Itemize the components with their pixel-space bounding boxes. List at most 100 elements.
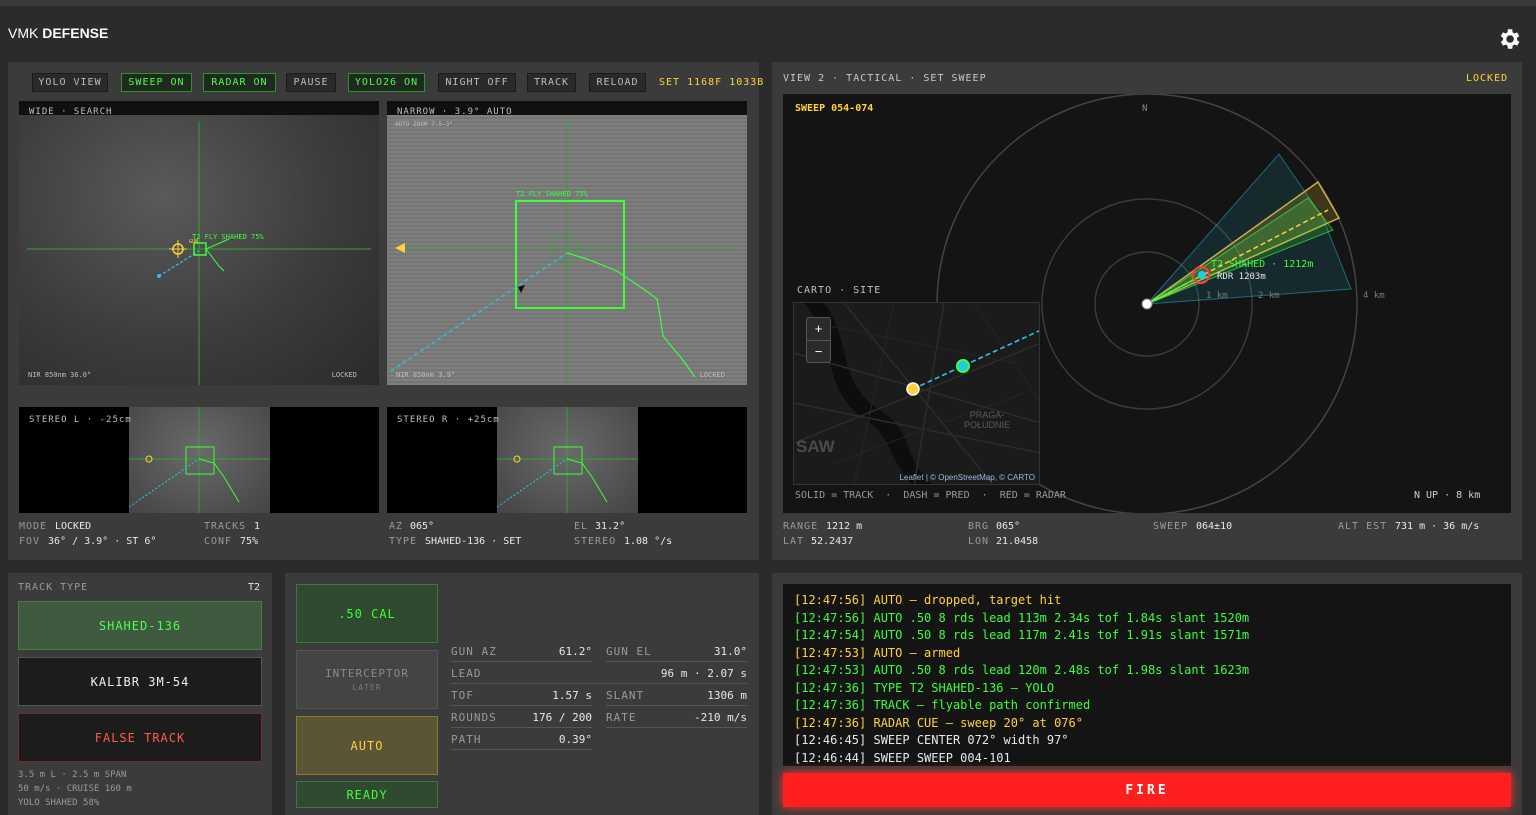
map-site (906, 382, 920, 396)
stereo-left-view[interactable]: STEREO L · -25cm (19, 407, 379, 513)
ring-label-4km: 4 km (1363, 291, 1385, 301)
el-label: EL (574, 521, 589, 532)
mode-label: MODE (19, 521, 48, 532)
tactical-radar-view[interactable]: SWEEP 054-074 N 1 km 2 km 4 km T2 SHAHED… (783, 94, 1511, 513)
wide-camera-view[interactable]: WIDE · SEARCH T2 FLY SHAHED 75% GUN NIR … (19, 101, 379, 385)
gun-el-label: GUN EL (606, 644, 652, 658)
track-line (390, 252, 568, 372)
rate-label: RATE (606, 710, 637, 724)
lead-row: LEAD 96 m · 2.07 s (451, 663, 747, 684)
app-title: VMK DEFENSE (8, 25, 108, 41)
range-label: RANGE (783, 521, 819, 532)
type-option-shahed[interactable]: SHAHED-136 (18, 601, 262, 650)
el-value: 31.2° (595, 521, 626, 532)
toolbar-button-radar-on[interactable]: RADAR ON (203, 73, 276, 92)
az-label: AZ (389, 521, 404, 532)
stereo-label: STEREO (574, 536, 617, 547)
target-label: T2 SHAHED · 1212m (1211, 259, 1314, 270)
gear-icon[interactable] (1496, 26, 1522, 52)
toolbar-button-reload[interactable]: RELOAD (589, 73, 646, 92)
auto-button[interactable]: AUTO (296, 716, 438, 775)
event-log[interactable]: [12:47:56] AUTO — dropped, target hit [12… (783, 584, 1511, 766)
type-option-kalibr[interactable]: KALIBR 3M-54 (18, 657, 262, 706)
brg-label: BRG (968, 521, 990, 532)
cal-50-button[interactable]: .50 CAL (296, 584, 438, 643)
lon-label: LON (968, 536, 990, 547)
toolbar-button-sweep-on[interactable]: SWEEP ON (121, 73, 192, 92)
stereo-right-title: STEREO R · +25cm (397, 415, 500, 425)
conf-label: CONF (204, 536, 233, 547)
tof-row: TOF 1.57 s (451, 685, 592, 706)
fire-button[interactable]: FIRE (783, 773, 1511, 807)
tactical-title: VIEW 2 · TACTICAL · SET SWEEP (783, 73, 987, 84)
gun-el-value: 31.0° (713, 644, 747, 658)
site-marker (1141, 298, 1153, 310)
narrow-camera-footer-left: NIR 850nm 3.9° (396, 371, 456, 379)
radar-legend: SOLID = TRACK · DASH = PRED · RED = RADA… (795, 490, 1066, 501)
toolbar-button-night-off[interactable]: NIGHT OFF (438, 73, 516, 92)
narrow-camera-title: NARROW · 3.9° AUTO (397, 107, 513, 117)
gun-az-value: 61.2° (558, 644, 592, 658)
narrow-camera-footer-right: LOCKED (699, 371, 725, 379)
map-attribution[interactable]: Leaflet | © OpenStreetMap, © CARTO (900, 473, 1035, 482)
zoom-in-button[interactable]: + (807, 318, 830, 341)
fov-value: 36° / 3.9° · ST 6° (48, 536, 157, 547)
gun-az-label: GUN AZ (451, 644, 497, 658)
rounds-row: ROUNDS 176 / 200 (451, 707, 592, 728)
toolbar-button-yolo-view[interactable]: YOLO VIEW (32, 73, 108, 92)
edge-arrow-icon (395, 243, 405, 253)
track-start (157, 274, 161, 278)
log-line: [12:47:56] AUTO — dropped, target hit (794, 593, 1062, 607)
brg-value: 065° (996, 521, 1021, 532)
toolbar-button-pause[interactable]: PAUSE (286, 73, 336, 92)
interceptor-sublabel: LATER (352, 683, 382, 692)
type-value: SHAHED-136 · SET (425, 536, 522, 547)
map-city-label: SAW (796, 437, 835, 456)
interceptor-button[interactable]: INTERCEPTOR LATER (296, 650, 438, 709)
az-value: 065° (410, 521, 435, 532)
flight-path (566, 252, 696, 378)
track-type-panel: TRACK TYPE T2 SHAHED-136 KALIBR 3M-54 FA… (8, 573, 272, 815)
rate-value: -210 m/s (694, 710, 747, 724)
spec-line-2: 50 m/s · CRUISE 160 m (18, 784, 132, 794)
zoom-out-button[interactable]: − (807, 341, 830, 363)
tactical-status: LOCKED (1466, 73, 1509, 84)
log-line: [12:47:56] AUTO .50 8 rds lead 113m 2.34… (794, 610, 1250, 625)
type-label: TYPE (389, 536, 418, 547)
sweep-label: SWEEP (1153, 521, 1189, 532)
rate-row: RATE -210 m/s (606, 707, 747, 728)
lead-value: 96 m · 2.07 s (660, 666, 747, 680)
stereo-right-view[interactable]: STEREO R · +25cm (387, 407, 747, 513)
map-district-label: PRAGA- POŁUDNIE (964, 410, 1011, 430)
rounds-value: 176 / 200 (532, 710, 592, 724)
type-option-false-track[interactable]: FALSE TRACK (18, 713, 262, 762)
path-value: 0.39° (558, 732, 592, 746)
fire-label: FIRE (1125, 782, 1169, 798)
wide-target-label: T2 FLY SHAHED 75% (192, 233, 264, 241)
toolbar-button-yolo26-on[interactable]: YOLO26 ON (348, 73, 425, 92)
drone-marker (518, 285, 525, 293)
alt-value: 731 m · 36 m/s (1395, 521, 1480, 532)
sweep-range: SWEEP 054-074 (795, 103, 874, 114)
site-map[interactable]: + − SAW PRAGA- POŁUDNIE Leaflet | © Open… (793, 302, 1040, 485)
ring-label-2km: 2 km (1258, 291, 1280, 301)
slant-row: SLANT 1306 m (606, 685, 747, 706)
cal-50-label: .50 CAL (338, 606, 396, 621)
tracks-label: TRACKS (204, 521, 247, 532)
wide-camera-overlay (27, 121, 371, 385)
stereo-value: 1.08 °/s (624, 536, 673, 547)
narrow-camera-view[interactable]: NARROW · 3.9° AUTO AUTO ZOOM 7.5-3° T2 F… (387, 101, 747, 385)
toolbar-button-track[interactable]: TRACK (527, 73, 576, 92)
spec-line-3: YOLO SHAHED 58% (18, 798, 100, 808)
slant-label: SLANT (606, 688, 645, 702)
stereo-left-title: STEREO L · -25cm (29, 415, 132, 425)
lead-label: LEAD (451, 666, 482, 680)
track-type-title: TRACK TYPE (18, 582, 89, 593)
track-line (158, 250, 200, 277)
conf-value: 75% (240, 536, 259, 547)
narrow-target-label: T2 FLY SHAHED 75% (516, 190, 588, 198)
top-bar: VMK DEFENSE (0, 0, 1536, 60)
type-option-label: KALIBR 3M-54 (90, 674, 190, 689)
radar-label: RDR 1203m (1217, 272, 1266, 282)
map-title: CARTO · SITE (797, 285, 882, 296)
